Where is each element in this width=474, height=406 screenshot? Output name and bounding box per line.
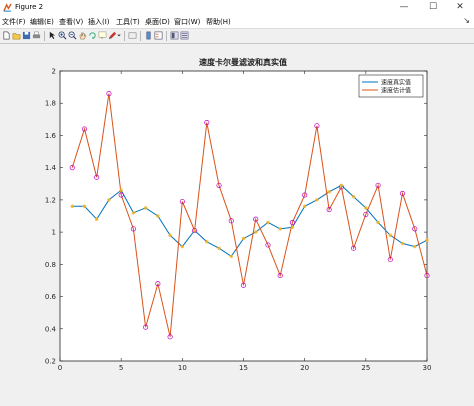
true-point	[229, 254, 234, 259]
show-plot-tools-icon[interactable]	[180, 31, 189, 40]
rotate-3d-icon[interactable]	[88, 31, 97, 40]
true-point	[94, 217, 99, 222]
true-point	[82, 204, 87, 209]
menu-desktop[interactable]: 桌面(D)	[145, 17, 170, 27]
true-point	[70, 204, 75, 209]
pan-hand-icon[interactable]	[78, 31, 87, 40]
x-tick-label: 25	[361, 364, 370, 372]
select-arrow-icon[interactable]	[48, 31, 57, 40]
figure-toolbar	[0, 28, 474, 44]
y-tick-label: 1.4	[45, 164, 57, 172]
x-tick-label: 15	[239, 364, 248, 372]
true-point	[107, 198, 111, 202]
true-point	[327, 190, 331, 194]
open-file-icon[interactable]	[12, 31, 21, 40]
true-point	[119, 188, 123, 193]
legend-icon[interactable]	[154, 31, 163, 40]
chart-title: 速度卡尔曼滤波和真实值	[199, 57, 287, 67]
true-point	[376, 220, 380, 225]
x-tick-label: 5	[119, 364, 123, 372]
toolbar-separator	[44, 31, 45, 41]
true-point	[278, 227, 282, 231]
hide-plot-tools-icon[interactable]	[170, 31, 179, 40]
y-tick-label: 2	[52, 68, 56, 76]
true-point	[302, 204, 307, 209]
toolbar-separator	[166, 31, 167, 41]
true-point	[388, 233, 393, 238]
true-point	[425, 238, 429, 242]
legend-label-true: 速度真实值	[381, 79, 411, 87]
colorbar-icon[interactable]	[144, 31, 153, 40]
true-point	[351, 194, 356, 199]
data-cursor-icon[interactable]	[98, 31, 107, 40]
true-point	[217, 246, 221, 251]
x-tick-label: 0	[58, 364, 62, 372]
y-tick-label: 1.8	[45, 100, 56, 108]
true-point	[400, 241, 405, 246]
legend-label-estimate: 速度估计值	[381, 87, 411, 95]
menu-edit[interactable]: 编辑(E)	[30, 17, 54, 27]
true-point	[180, 244, 185, 249]
window-titlebar: Figure 2 — ☐ ✕	[0, 0, 474, 16]
toolbar-separator	[124, 31, 125, 41]
true-point	[290, 225, 295, 230]
true-point	[266, 220, 270, 225]
true-point	[143, 206, 148, 210]
menu-tools[interactable]: 工具(T)	[116, 17, 140, 27]
matlab-figure-icon	[3, 3, 12, 12]
undock-arrow-icon[interactable]: ↘	[463, 16, 470, 25]
true-point	[205, 239, 209, 244]
menu-help[interactable]: 帮助(H)	[206, 17, 231, 27]
new-figure-icon[interactable]	[2, 31, 11, 40]
y-tick-label: 0.4	[45, 325, 57, 333]
true-point	[253, 230, 258, 234]
true-point	[131, 210, 136, 215]
menu-file[interactable]: 文件(F)	[2, 17, 26, 27]
y-tick-label: 0.2	[45, 358, 56, 366]
y-tick-label: 0.6	[45, 293, 57, 301]
true-point	[364, 206, 368, 210]
menu-view[interactable]: 查看(V)	[59, 17, 83, 27]
x-tick-label: 10	[178, 364, 187, 372]
maximize-button[interactable]: ☐	[419, 0, 447, 15]
link-plot-icon[interactable]	[128, 31, 137, 40]
brush-dropdown-icon[interactable]	[116, 31, 122, 40]
zoom-out-icon[interactable]	[68, 31, 77, 40]
true-point	[412, 244, 417, 249]
true-point	[339, 183, 344, 188]
figure-canvas: 速度卡尔曼滤波和真实值 0 5 10 15 20 25 30 0.2 0.4 0.6 0.8 1 1.2…	[0, 44, 474, 404]
close-button[interactable]: ✕	[446, 0, 474, 15]
window-title: Figure 2	[15, 3, 44, 11]
plot-area	[59, 70, 428, 362]
y-tick-label: 0.8	[45, 261, 56, 269]
toolbar-separator	[140, 31, 141, 41]
true-point	[315, 198, 319, 202]
zoom-in-icon[interactable]	[58, 31, 67, 40]
menu-insert[interactable]: 插入(I)	[88, 17, 110, 27]
x-tick-label: 30	[423, 364, 432, 372]
menu-window[interactable]: 窗口(W)	[174, 17, 200, 27]
y-tick-label: 1	[52, 229, 56, 237]
print-icon[interactable]	[32, 31, 41, 40]
minimize-button[interactable]: —	[390, 0, 418, 15]
true-point	[168, 233, 172, 238]
true-point	[192, 228, 197, 233]
y-tick-label: 1.2	[45, 196, 56, 204]
true-point	[156, 214, 160, 218]
legend[interactable]: 速度真实值 速度估计值	[358, 74, 424, 98]
x-tick-label: 20	[300, 364, 309, 372]
save-icon[interactable]	[22, 31, 31, 40]
line-chart[interactable]: 速度卡尔曼滤波和真实值 0 5 10 15 20 25 30 0.2 0.4 0.6 0.8 1 1.2…	[0, 44, 474, 404]
menu-bar: 文件(F) 编辑(E) 查看(V) 插入(I) 工具(T) 桌面(D) 窗口(W…	[0, 15, 474, 28]
true-point	[241, 236, 246, 241]
y-tick-label: 1.6	[45, 132, 57, 140]
